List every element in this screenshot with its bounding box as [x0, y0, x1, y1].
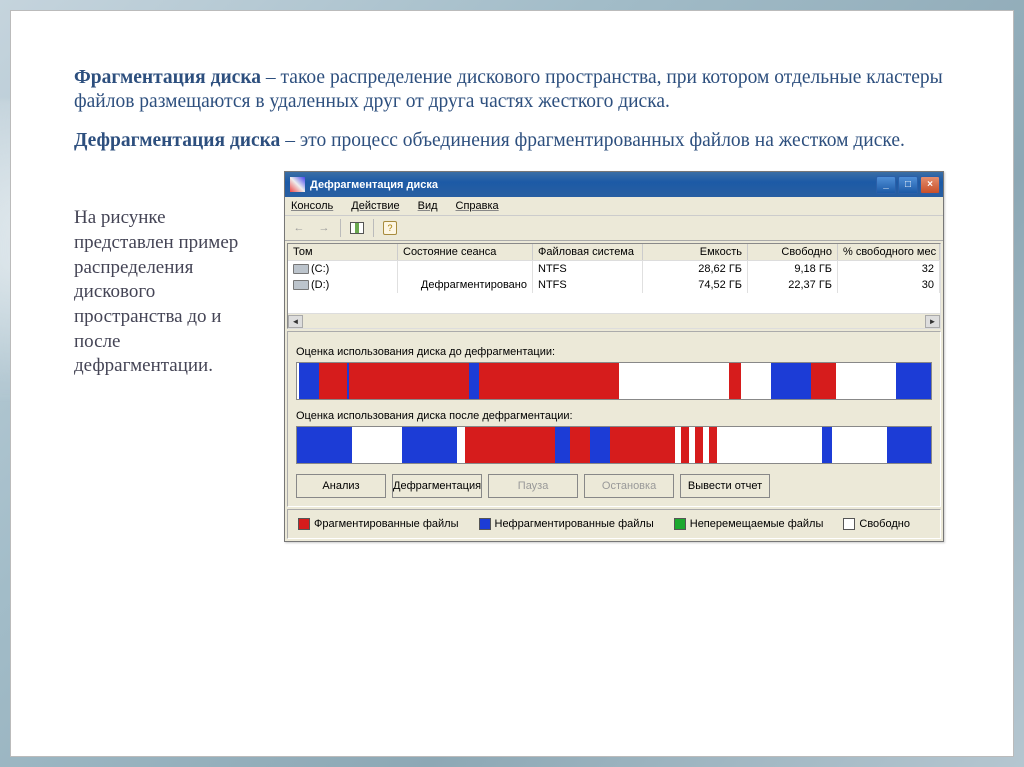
- maximize-button[interactable]: □: [898, 176, 918, 194]
- col-capacity[interactable]: Емкость: [643, 244, 748, 260]
- label-before: Оценка использования диска до дефрагмент…: [296, 346, 932, 358]
- frag-segment: [832, 427, 887, 463]
- frag-segment: [695, 427, 703, 463]
- app-icon: [290, 177, 305, 192]
- figure-caption: На рисунке представлен пример распределе…: [74, 171, 284, 542]
- frag-segment: [709, 427, 717, 463]
- frag-segment: [771, 363, 811, 399]
- frag-segment: [741, 363, 771, 399]
- legend: Фрагментированные файлы Нефрагментирован…: [287, 509, 941, 539]
- label-after: Оценка использования диска после дефрагм…: [296, 410, 932, 422]
- cell-pct: 32: [838, 261, 940, 277]
- legend-swatch-red: [298, 518, 310, 530]
- cell-cap: 28,62 ГБ: [643, 261, 748, 277]
- cell-fs: NTFS: [533, 277, 643, 293]
- frag-segment: [681, 427, 689, 463]
- legend-swatch-green: [674, 518, 686, 530]
- frag-segment: [469, 363, 479, 399]
- frag-segment: [836, 363, 896, 399]
- cell-pct: 30: [838, 277, 940, 293]
- pause-button: Пауза: [488, 474, 578, 498]
- back-icon: ←: [288, 218, 310, 238]
- table-row[interactable]: (C:) NTFS 28,62 ГБ 9,18 ГБ 32: [288, 261, 940, 277]
- toolbar: ← → ?: [285, 216, 943, 241]
- cell-state: [398, 261, 533, 277]
- scroll-left-icon[interactable]: ◄: [288, 315, 303, 328]
- col-free[interactable]: Свободно: [748, 244, 838, 260]
- title-bar[interactable]: Дефрагментация диска _ □ ×: [285, 172, 943, 197]
- frag-segment: [570, 427, 590, 463]
- frag-segment: [590, 427, 610, 463]
- window-title: Дефрагментация диска: [310, 179, 876, 191]
- drive-icon: [293, 264, 309, 274]
- frag-segment: [822, 427, 832, 463]
- cell-vol: (D:): [311, 279, 329, 291]
- frag-segment: [610, 427, 675, 463]
- cell-vol: (C:): [311, 263, 329, 275]
- horizontal-scrollbar[interactable]: ◄ ►: [288, 313, 940, 328]
- frag-segment: [465, 427, 555, 463]
- frag-segment: [555, 427, 570, 463]
- stop-button: Остановка: [584, 474, 674, 498]
- frag-bar-before: [296, 362, 932, 400]
- def-defragmentation: – это процесс объединения фрагментирован…: [280, 130, 905, 151]
- legend-fixed: Неперемещаемые файлы: [690, 518, 824, 530]
- menu-view[interactable]: Вид: [418, 200, 438, 212]
- frag-segment: [619, 363, 729, 399]
- divider-icon: [340, 219, 341, 237]
- cell-cap: 74,52 ГБ: [643, 277, 748, 293]
- cell-fs: NTFS: [533, 261, 643, 277]
- menu-bar: Консоль Действие Вид Справка: [285, 197, 943, 216]
- menu-console[interactable]: Консоль: [291, 200, 333, 212]
- forward-icon: →: [313, 218, 335, 238]
- frag-segment: [352, 427, 402, 463]
- menu-help[interactable]: Справка: [456, 200, 499, 212]
- fragmentation-panel: Оценка использования диска до дефрагмент…: [287, 331, 941, 507]
- help-icon[interactable]: ?: [379, 218, 401, 238]
- frag-segment: [729, 363, 741, 399]
- legend-nofrag: Нефрагментированные файлы: [495, 518, 654, 530]
- legend-free: Свободно: [859, 518, 910, 530]
- table-header: Том Состояние сеанса Файловая система Ем…: [288, 244, 940, 261]
- frag-segment: [887, 427, 932, 463]
- frag-segment: [402, 427, 457, 463]
- frag-segment: [349, 363, 469, 399]
- view-icon[interactable]: [346, 218, 368, 238]
- table-row[interactable]: (D:) Дефрагментировано NTFS 74,52 ГБ 22,…: [288, 277, 940, 293]
- frag-segment: [319, 363, 347, 399]
- col-pct[interactable]: % свободного мес: [838, 244, 940, 260]
- frag-segment: [457, 427, 465, 463]
- volume-list[interactable]: Том Состояние сеанса Файловая система Ем…: [287, 243, 941, 329]
- frag-segment: [717, 427, 822, 463]
- frag-segment: [297, 427, 352, 463]
- col-fs[interactable]: Файловая система: [533, 244, 643, 260]
- defrag-button[interactable]: Дефрагментация: [392, 474, 482, 498]
- divider-icon: [373, 219, 374, 237]
- menu-action[interactable]: Действие: [351, 200, 399, 212]
- cell-free: 22,37 ГБ: [748, 277, 838, 293]
- paragraph-fragmentation: Фрагментация диска – такое распределение…: [74, 66, 950, 115]
- analyze-button[interactable]: Анализ: [296, 474, 386, 498]
- term-fragmentation: Фрагментация диска: [74, 67, 261, 88]
- legend-swatch-white: [843, 518, 855, 530]
- defrag-window: Дефрагментация диска _ □ × Консоль Дейст…: [284, 171, 944, 542]
- legend-frag: Фрагментированные файлы: [314, 518, 459, 530]
- minimize-button[interactable]: _: [876, 176, 896, 194]
- close-button[interactable]: ×: [920, 176, 940, 194]
- cell-free: 9,18 ГБ: [748, 261, 838, 277]
- frag-segment: [896, 363, 932, 399]
- paragraph-defragmentation: Дефрагментация диска – это процесс объед…: [74, 129, 950, 153]
- frag-bar-after: [296, 426, 932, 464]
- drive-icon: [293, 280, 309, 290]
- col-volume[interactable]: Том: [288, 244, 398, 260]
- report-button[interactable]: Вывести отчет: [680, 474, 770, 498]
- scroll-right-icon[interactable]: ►: [925, 315, 940, 328]
- frag-segment: [479, 363, 619, 399]
- col-state[interactable]: Состояние сеанса: [398, 244, 533, 260]
- frag-segment: [299, 363, 319, 399]
- frag-segment: [811, 363, 836, 399]
- term-defragmentation: Дефрагментация диска: [74, 130, 280, 151]
- cell-state: Дефрагментировано: [398, 277, 533, 293]
- legend-swatch-blue: [479, 518, 491, 530]
